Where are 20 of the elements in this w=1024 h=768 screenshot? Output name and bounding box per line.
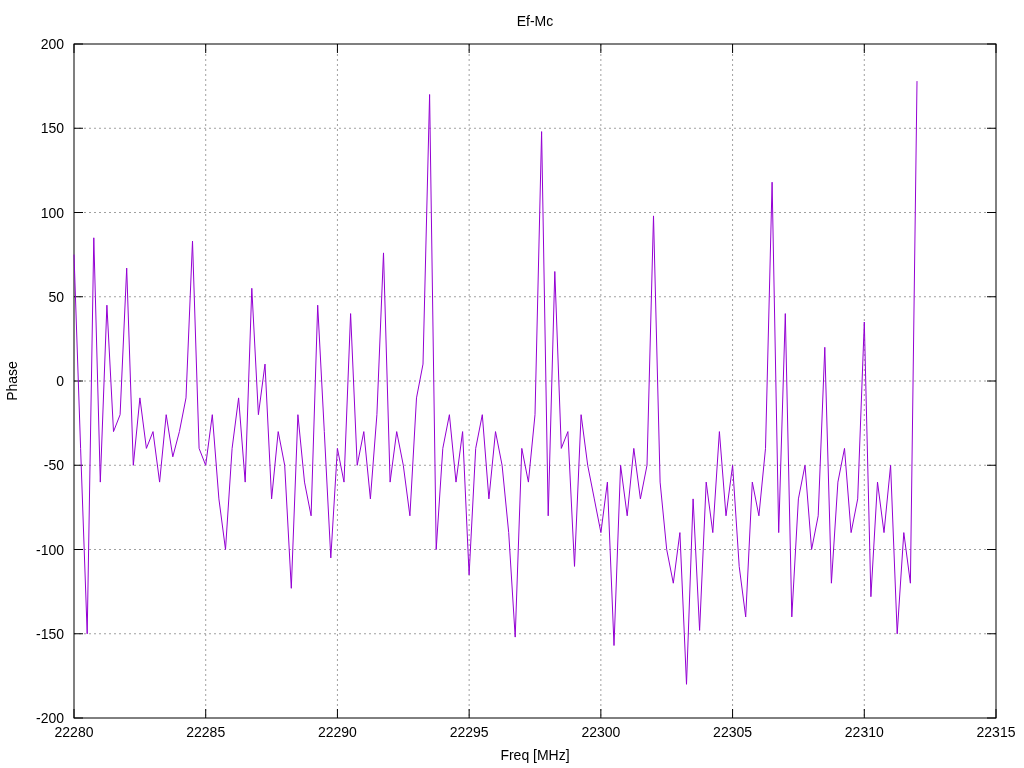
tick-label: 200 (40, 36, 64, 52)
tick-label: 22300 (581, 724, 621, 740)
tick-label: -100 (35, 541, 64, 558)
axis-label: Phase (4, 361, 20, 401)
tick-label: 22290 (317, 724, 357, 740)
tick-label: 22310 (844, 724, 884, 740)
tick-label: 22285 (186, 724, 226, 740)
tick-label: -50 (43, 457, 64, 474)
tick-label: 22315 (976, 724, 1016, 740)
tick-label: 50 (48, 288, 64, 305)
tick-label: 22295 (449, 724, 489, 740)
tick-label: 150 (40, 120, 64, 137)
tick-label: 100 (40, 204, 64, 221)
tick-label: -200 (35, 710, 64, 726)
tick-label: 22280 (54, 724, 94, 740)
tick-label: 0 (56, 373, 64, 389)
chart-title: Ef-Mc (516, 13, 554, 29)
axis-label: Freq [MHz] (500, 747, 570, 763)
tick-label: -150 (35, 625, 64, 642)
tick-label: 22305 (713, 724, 753, 740)
